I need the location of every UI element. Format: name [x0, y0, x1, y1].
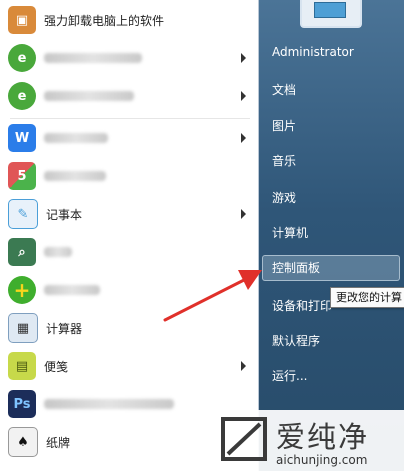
watermark: 爱纯净 aichunjing.com: [212, 410, 404, 471]
watermark-title: 爱纯净: [276, 420, 370, 454]
watermark-url: aichunjing.com: [276, 453, 368, 467]
watermark-logo-icon: [221, 417, 267, 461]
annotation-arrow-icon: [163, 270, 262, 322]
